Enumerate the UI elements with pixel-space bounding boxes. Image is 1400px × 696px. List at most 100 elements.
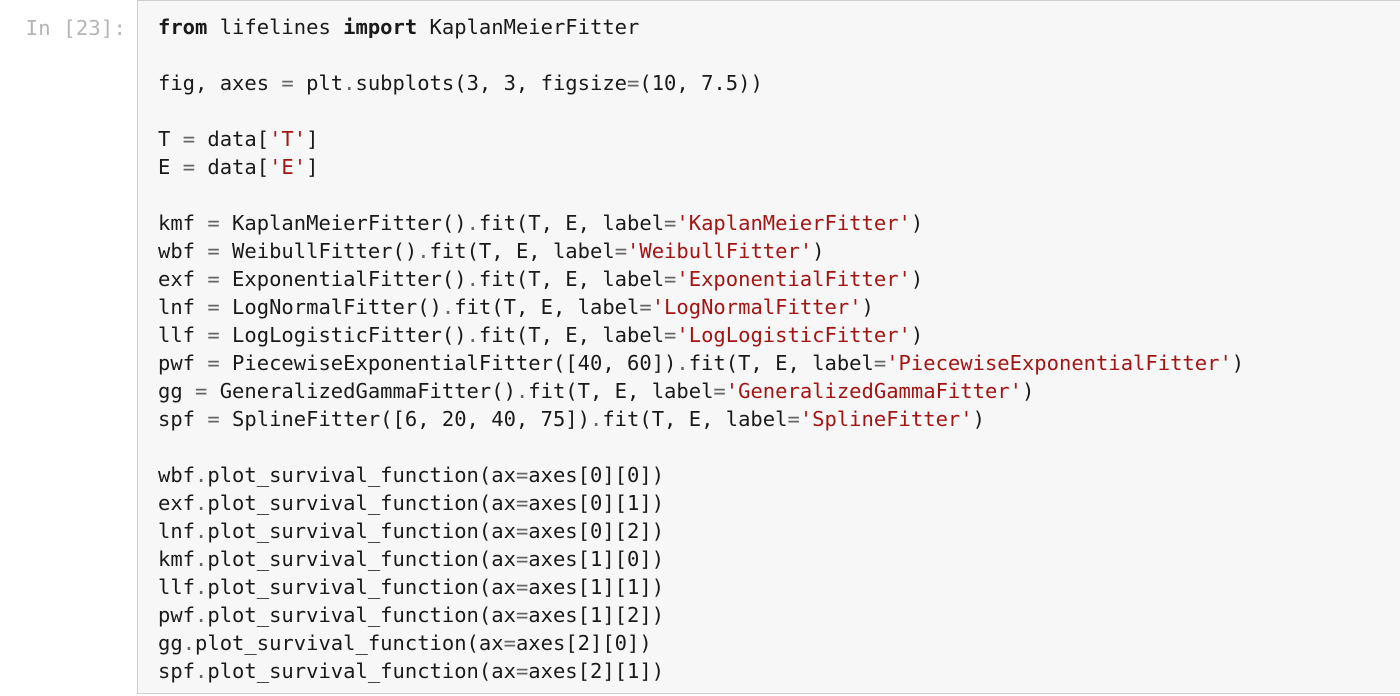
operator-token: = xyxy=(664,323,677,347)
operator-token: . xyxy=(466,211,479,235)
code-token: llf xyxy=(158,575,196,599)
operator-token: = xyxy=(182,155,196,179)
code-token: axes[0][2]) xyxy=(528,519,665,543)
code-token: kmf xyxy=(158,211,208,235)
code-token: fig, axes xyxy=(158,71,282,95)
code-token: axes[2][0]) xyxy=(515,631,652,655)
code-token: plot_survival_function(ax xyxy=(207,575,516,599)
code-token: ) xyxy=(972,407,985,431)
code-token: plot_survival_function(ax xyxy=(207,547,516,571)
operator-token: . xyxy=(195,659,208,683)
operator-token: = xyxy=(503,631,516,655)
code-token: SplineFitter([6, 20, 40, 75]) xyxy=(219,407,590,431)
operator-token: . xyxy=(417,239,430,263)
code-token: axes[0][0]) xyxy=(528,463,665,487)
operator-token: = xyxy=(873,351,887,375)
operator-token: = xyxy=(515,659,529,683)
operator-token: = xyxy=(713,379,726,403)
code-token: plot_survival_function(ax xyxy=(195,631,504,655)
operator-token: = xyxy=(639,295,652,319)
code-token: plot_survival_function(ax xyxy=(207,659,516,683)
code-line: pwf.plot_survival_function(ax=axes[1][2]… xyxy=(158,601,1244,629)
code-token: E xyxy=(158,155,183,179)
operator-token: = xyxy=(664,267,677,291)
code-token: wbf xyxy=(158,463,196,487)
code-token: lnf xyxy=(158,519,196,543)
code-line: gg.plot_survival_function(ax=axes[2][0]) xyxy=(158,629,1244,657)
string-token: 'T' xyxy=(269,127,307,151)
code-token: plt xyxy=(293,71,344,95)
code-line: from lifelines import KaplanMeierFitter xyxy=(158,13,1244,41)
code-token: kmf xyxy=(158,547,196,571)
code-line: kmf = KaplanMeierFitter().fit(T, E, labe… xyxy=(158,209,1244,237)
operator-token: = xyxy=(207,267,220,291)
operator-token: = xyxy=(515,603,529,627)
code-token: (10, 7.5)) xyxy=(639,71,763,95)
code-token: ] xyxy=(306,155,319,179)
code-line: lnf = LogNormalFitter().fit(T, E, label=… xyxy=(158,293,1244,321)
code-token: KaplanMeierFitter xyxy=(417,15,640,39)
operator-token: = xyxy=(207,295,220,319)
code-token: KaplanMeierFitter() xyxy=(219,211,467,235)
code-token: fit(T, E, label xyxy=(688,351,874,375)
code-line: spf.plot_survival_function(ax=axes[2][1]… xyxy=(158,657,1244,685)
operator-token: . xyxy=(195,575,208,599)
code-token: ) xyxy=(812,239,825,263)
code-editor[interactable]: from lifelines import KaplanMeierFitter … xyxy=(137,0,1400,694)
code-line: E = data['E'] xyxy=(158,153,1244,181)
operator-token: . xyxy=(182,631,196,655)
operator-token: = xyxy=(515,547,529,571)
code-token: GeneralizedGammaFitter() xyxy=(207,379,516,403)
code-token: data[ xyxy=(195,155,270,179)
code-line: llf = LogLogisticFitter().fit(T, E, labe… xyxy=(158,321,1244,349)
string-token: 'KaplanMeierFitter' xyxy=(676,211,911,235)
code-token: ) xyxy=(861,295,874,319)
operator-token: = xyxy=(515,491,529,515)
string-token: 'GeneralizedGammaFitter' xyxy=(725,379,1022,403)
operator-token: = xyxy=(281,71,294,95)
code-token: ) xyxy=(910,323,924,347)
code-token: axes[1][0]) xyxy=(528,547,665,571)
code-token: pwf xyxy=(158,351,208,375)
code-token: lnf xyxy=(158,295,208,319)
code-token: wbf xyxy=(158,239,208,263)
code-line: exf.plot_survival_function(ax=axes[0][1]… xyxy=(158,489,1244,517)
operator-token: . xyxy=(441,295,455,319)
operator-token: = xyxy=(207,323,220,347)
code-line: pwf = PiecewiseExponentialFitter([40, 60… xyxy=(158,349,1244,377)
operator-token: . xyxy=(343,71,356,95)
code-token: ) xyxy=(910,267,924,291)
code-token: fit(T, E, label xyxy=(454,295,640,319)
operator-token: = xyxy=(664,211,677,235)
operator-token: = xyxy=(614,239,628,263)
string-token: 'WeibullFitter' xyxy=(627,239,813,263)
code-token: pwf xyxy=(158,603,196,627)
operator-token: = xyxy=(207,211,220,235)
operator-token: . xyxy=(195,603,208,627)
code-token: LogNormalFitter() xyxy=(219,295,442,319)
operator-token: = xyxy=(207,239,220,263)
code-token: llf xyxy=(158,323,208,347)
code-token: axes[2][1]) xyxy=(528,659,665,683)
operator-token: . xyxy=(195,519,208,543)
code-token: WeibullFitter() xyxy=(219,239,418,263)
operator-token: . xyxy=(195,491,208,515)
code-line: kmf.plot_survival_function(ax=axes[1][0]… xyxy=(158,545,1244,573)
code-token: axes[0][1]) xyxy=(528,491,665,515)
operator-token: = xyxy=(182,127,196,151)
code-line: llf.plot_survival_function(ax=axes[1][1]… xyxy=(158,573,1244,601)
code-token: fit(T, E, label xyxy=(528,379,714,403)
code-line: T = data['T'] xyxy=(158,125,1244,153)
code-token: ExponentialFitter() xyxy=(219,267,467,291)
operator-token: = xyxy=(195,379,208,403)
code-token: spf xyxy=(158,407,208,431)
code-block[interactable]: from lifelines import KaplanMeierFitter … xyxy=(158,13,1244,685)
code-token: ) xyxy=(910,211,924,235)
operator-token: = xyxy=(787,407,800,431)
code-token: axes[1][1]) xyxy=(528,575,665,599)
code-line: fig, axes = plt.subplots(3, 3, figsize=(… xyxy=(158,69,1244,97)
